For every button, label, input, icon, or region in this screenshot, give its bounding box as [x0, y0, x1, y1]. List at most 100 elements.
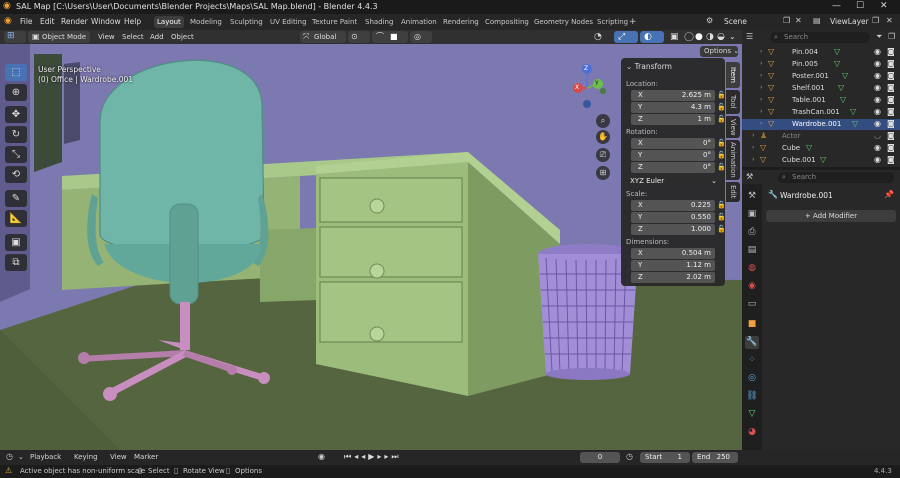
gizmo-y-label[interactable]: Y [595, 80, 599, 87]
outliner-item[interactable]: › ▽ Cube.001 ▽ ◉ ◙ [742, 155, 900, 166]
menu-keying[interactable]: Keying [74, 453, 98, 461]
tab-animation[interactable]: Animation [398, 16, 440, 28]
visibility-eye-icon[interactable]: ◉ [874, 107, 881, 116]
lock-icon[interactable]: 🔓 [717, 139, 726, 147]
menu-playback[interactable]: Playback [30, 453, 61, 461]
material-shading-icon[interactable]: ◑ [706, 31, 714, 43]
properties-search-input[interactable]: Search [778, 172, 894, 183]
expand-icon[interactable]: › [760, 60, 762, 67]
add-object-tool[interactable]: ⧉ [5, 254, 27, 271]
expand-icon[interactable]: › [752, 144, 754, 151]
scale-x-field[interactable]: X 0.225 [631, 200, 715, 211]
menu-select[interactable]: Select [122, 31, 144, 43]
current-frame-field[interactable]: 0 [580, 452, 620, 463]
render-camera-icon[interactable]: ◙ [887, 95, 895, 104]
object-tab-icon[interactable]: ■ [745, 318, 759, 331]
sidebar-tab-animation[interactable]: Animation [726, 140, 740, 180]
gizmo-z-label[interactable]: Z [584, 65, 588, 72]
shading-options-icon[interactable]: ⌄ [729, 31, 736, 43]
lock-icon[interactable]: 🔓 [717, 201, 726, 209]
timeline-editor-icon[interactable]: ◷ [6, 452, 13, 461]
visibility-eye-icon[interactable]: ◉ [874, 143, 881, 152]
options-dropdown[interactable]: Options ⌄ [700, 46, 739, 57]
transform-header[interactable]: ⌄ Transform [626, 62, 672, 71]
menu-object[interactable]: Object [171, 31, 194, 43]
location-z-field[interactable]: Z 1 m [631, 114, 715, 125]
camera-view-icon[interactable]: ⎚ [596, 148, 610, 162]
tab-uv-editing[interactable]: UV Editing [267, 16, 310, 28]
dimension-y-field[interactable]: Y 1.12 m [631, 260, 715, 271]
tab-rendering[interactable]: Rendering [440, 16, 482, 28]
view-layer-name[interactable]: ViewLayer [830, 17, 869, 26]
menu-marker[interactable]: Marker [134, 453, 158, 461]
visibility-eye-icon[interactable]: ◉ [874, 59, 881, 68]
visibility-eye-icon[interactable]: ◉ [874, 47, 881, 56]
transform-tool[interactable]: ⟲ [5, 166, 27, 183]
menu-view-timeline[interactable]: View [110, 453, 127, 461]
add-modifier-button[interactable]: + Add Modifier [766, 210, 896, 222]
start-frame-field[interactable]: Start 1 [640, 452, 690, 463]
outliner-item[interactable]: › ▽ TrashCan.001 ▽ ◉ ◙ [742, 107, 900, 118]
maximize-button[interactable]: ☐ [856, 1, 864, 11]
properties-editor-icon[interactable]: ⚒ [746, 172, 753, 181]
zoom-view-icon[interactable]: ⌕ [596, 114, 610, 128]
move-tool[interactable]: ✥ [5, 106, 27, 123]
measure-tool[interactable]: 📐 [5, 210, 27, 227]
visibility-eye-icon[interactable]: ◉ [874, 119, 881, 128]
visibility-eye-icon[interactable]: ◡ [874, 131, 881, 140]
pan-view-icon[interactable]: ✋ [596, 130, 610, 144]
cursor-tool[interactable]: ⊕ [5, 84, 27, 101]
visibility-eye-icon[interactable]: ◉ [874, 155, 881, 164]
expand-icon[interactable]: › [752, 132, 754, 139]
lock-icon[interactable]: 🔓 [717, 91, 726, 99]
sidebar-tab-item[interactable]: Item [726, 62, 740, 88]
expand-icon[interactable]: › [760, 120, 762, 127]
menu-view[interactable]: View [98, 31, 115, 43]
outliner-item[interactable]: › ♟ Actor ◡ ◙ [742, 131, 900, 142]
menu-window[interactable]: Window [91, 17, 121, 26]
tab-sculpting[interactable]: Sculpting [227, 16, 266, 28]
sidebar-tab-tool[interactable]: Tool [726, 90, 740, 114]
outliner-item[interactable]: › ▽ Pin.005 ▽ ◉ ◙ [742, 59, 900, 70]
outliner-editor-icon[interactable]: ☰ [746, 32, 753, 41]
tab-shading[interactable]: Shading [362, 16, 396, 28]
chevron-down-icon[interactable]: ⌄ [18, 453, 24, 461]
render-tab-icon[interactable]: ▣ [745, 208, 759, 221]
scene-name[interactable]: Scene [724, 17, 747, 26]
xray-icon[interactable]: ▣ [670, 31, 679, 43]
lock-icon[interactable]: 🔓 [717, 151, 726, 159]
outliner-item[interactable]: › ▽ Shelf.001 ▽ ◉ ◙ [742, 83, 900, 94]
render-camera-icon[interactable]: ◙ [887, 47, 895, 56]
visibility-eye-icon[interactable]: ◉ [874, 71, 881, 80]
view-layer-icon[interactable]: ▤ [813, 16, 821, 25]
lock-icon[interactable]: 🔓 [717, 115, 726, 123]
blender-menu-icon[interactable]: ◉ [4, 16, 12, 26]
expand-icon[interactable]: › [760, 84, 762, 91]
material-tab-icon[interactable]: ◕ [745, 426, 759, 439]
rotation-z-field[interactable]: Z 0° [631, 162, 715, 173]
record-icon[interactable]: ◉ [318, 452, 325, 461]
menu-add[interactable]: Add [150, 31, 164, 43]
expand-icon[interactable]: › [760, 48, 762, 55]
add-workspace-icon[interactable]: + [626, 16, 640, 28]
playback-controls[interactable]: ⏮◂◂▶▸▸⏭ [344, 452, 402, 462]
menu-file[interactable]: File [20, 17, 33, 26]
dimension-z-field[interactable]: Z 2.02 m [631, 272, 715, 283]
output-tab-icon[interactable]: ⎙ [745, 226, 759, 239]
outliner-search-input[interactable]: Search [770, 32, 870, 43]
tab-modeling[interactable]: Modeling [187, 16, 225, 28]
render-camera-icon[interactable]: ◙ [887, 119, 895, 128]
solid-shading-icon[interactable]: ● [695, 31, 703, 43]
render-camera-icon[interactable]: ◙ [887, 59, 895, 68]
physics-tab-icon[interactable]: ◎ [745, 372, 759, 385]
constraints-tab-icon[interactable]: ⛓ [745, 390, 759, 403]
particles-tab-icon[interactable]: ⁘ [745, 354, 759, 367]
expand-icon[interactable]: › [760, 108, 762, 115]
gizmo-x-label[interactable]: X [575, 84, 579, 91]
location-y-field[interactable]: Y 4.3 m [631, 102, 715, 113]
render-camera-icon[interactable]: ◙ [887, 155, 895, 164]
sidebar-tab-view[interactable]: View [726, 116, 740, 138]
render-camera-icon[interactable]: ◙ [887, 71, 895, 80]
menu-help[interactable]: Help [124, 17, 141, 26]
render-camera-icon[interactable]: ◙ [887, 107, 895, 116]
